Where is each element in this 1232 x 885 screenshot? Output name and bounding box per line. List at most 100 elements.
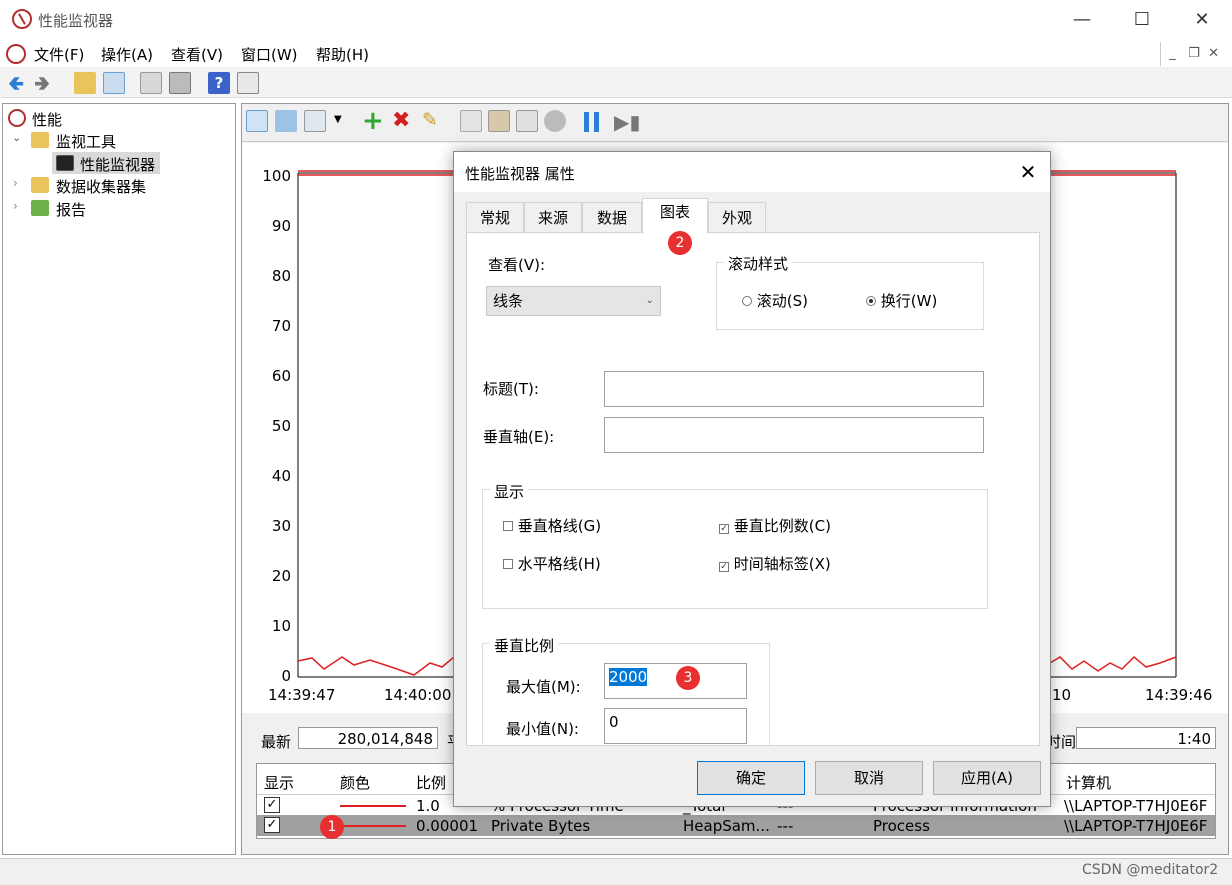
update-data-icon[interactable]: ▶▮ [614,111,640,133]
help-icon[interactable]: ? [208,72,230,94]
tab-general[interactable]: 常规 [466,202,524,232]
row-scale: 0.00001 [416,817,479,835]
y-tick: 80 [271,267,291,285]
menu-help[interactable]: 帮助(H) [316,44,369,65]
time-labels-checkbox[interactable]: ✓ 时间轴标签(X) [719,553,831,574]
x-tick: 14:39:47 [268,686,336,704]
header-show[interactable]: 显示 [264,772,294,793]
chevron-down-icon[interactable]: ⌄ [12,131,21,144]
highlight-icon[interactable]: ✎ [422,109,438,131]
display-group [482,489,988,609]
apply-button[interactable]: 应用(A) [933,761,1041,795]
min-input[interactable]: 0 [604,708,747,744]
wrap-radio[interactable]: 换行(W) [866,290,937,311]
delete-counter-icon[interactable]: ✖ [392,108,410,133]
y-tick: 0 [281,667,291,685]
forward-arrow-icon[interactable]: 🢂 [34,73,50,93]
performance-icon [8,109,26,127]
folder-icon [31,132,49,148]
window-title: 性能监视器 [38,12,114,30]
view-label: 查看(V): [488,256,546,274]
y-tick: 60 [271,367,291,385]
tab-source[interactable]: 来源 [524,202,582,232]
tree-item-reports[interactable]: 报告 [56,199,86,220]
y-tick: 90 [271,217,291,235]
header-scale[interactable]: 比例 [416,772,446,793]
vscale-label: 垂直比例 [490,635,559,656]
latest-value: 280,014,848 [298,727,438,749]
chevron-right-icon[interactable]: › [13,199,18,213]
tree-item-monitor-tools[interactable]: 监视工具 [56,131,116,152]
row-show-checkbox[interactable]: ✓ [264,817,280,833]
add-counter-icon[interactable]: + [362,106,384,136]
latest-label: 最新 [261,733,292,751]
tree-item-perf-monitor[interactable]: 性能监视器 [80,154,155,175]
y-tick: 20 [271,567,291,585]
y-tick: 40 [271,467,291,485]
console-icon[interactable] [237,72,259,94]
menu-action[interactable]: 操作(A) [101,44,153,65]
annotation-badge-2: 2 [668,231,692,255]
tab-data[interactable]: 数据 [582,202,642,232]
chevron-right-icon[interactable]: › [13,176,18,190]
paste-icon[interactable] [488,110,510,132]
cancel-button[interactable]: 取消 [815,761,923,795]
maximize-button[interactable]: ☐ [1112,0,1172,40]
zoom-icon[interactable] [544,110,566,132]
row-counter: Private Bytes [491,817,591,835]
menu-window[interactable]: 窗口(W) [241,44,298,65]
title-input[interactable] [604,371,984,407]
row-computer: \\LAPTOP-T7HJ0E6F [1064,797,1208,815]
properties-icon[interactable] [516,110,538,132]
watermark: CSDN @meditator2 [1082,862,1219,878]
dialog-close-icon[interactable]: ✕ [1010,160,1046,184]
y-tick: 100 [262,167,291,185]
tab-appearance[interactable]: 外观 [708,202,766,232]
tree-item-performance[interactable]: 性能 [32,109,62,130]
duration-value: 1:40 [1076,727,1216,749]
header-computer[interactable]: 计算机 [1066,772,1111,793]
freeze-icon[interactable] [275,110,297,132]
row-show-checkbox[interactable]: ✓ [264,797,280,813]
close-button[interactable]: ✕ [1172,0,1232,40]
hgrid-checkbox[interactable]: 水平格线(H) [503,553,601,574]
series-line-private-bytes-left [297,656,465,676]
print-icon[interactable] [169,72,191,94]
back-arrow-icon[interactable]: 🢀 [8,73,24,93]
ok-button[interactable]: 确定 [697,761,805,795]
tab-graph[interactable]: 图表 [642,198,708,234]
pause-icon[interactable] [584,112,589,132]
header-color[interactable]: 颜色 [340,772,370,793]
row-scale: 1.0 [416,797,440,815]
vaxis-input[interactable] [604,417,984,453]
properties-icon[interactable] [140,72,162,94]
view-select-value: 线条 [493,292,524,310]
mdi-controls[interactable]: _ ❐ ✕ [1160,42,1230,66]
view-select[interactable]: 线条 ⌄ [486,286,661,316]
menu-file[interactable]: 文件(F) [34,44,84,65]
vscale-numbers-checkbox[interactable]: ✓ 垂直比例数(C) [719,515,831,536]
show-hide-tree-icon[interactable] [103,72,125,94]
dropdown-arrow-icon[interactable]: ▼ [334,114,342,125]
row-object: Process [873,817,930,835]
scroll-radio[interactable]: 滚动(S) [742,290,808,311]
row-color-swatch [340,805,406,807]
min-label: 最小值(N): [506,720,579,738]
y-tick: 30 [271,517,291,535]
vgrid-checkbox[interactable]: 垂直格线(G) [503,515,601,536]
minimize-button[interactable]: — [1052,0,1112,40]
scroll-style-label: 滚动样式 [724,253,793,274]
chart-icon [56,155,74,171]
row-parent: --- [777,817,794,835]
y-tick: 50 [271,417,291,435]
tree-item-data-collector[interactable]: 数据收集器集 [56,176,146,197]
view-graph-icon[interactable] [246,110,268,132]
up-folder-icon[interactable] [74,72,96,94]
copy-icon[interactable] [460,110,482,132]
y-tick: 70 [271,317,291,335]
vaxis-label: 垂直轴(E): [483,428,555,446]
perfmon-small-icon[interactable] [6,44,26,64]
menu-view[interactable]: 查看(V) [171,44,223,65]
status-bar [0,858,1232,885]
change-graph-type-icon[interactable] [304,110,326,132]
